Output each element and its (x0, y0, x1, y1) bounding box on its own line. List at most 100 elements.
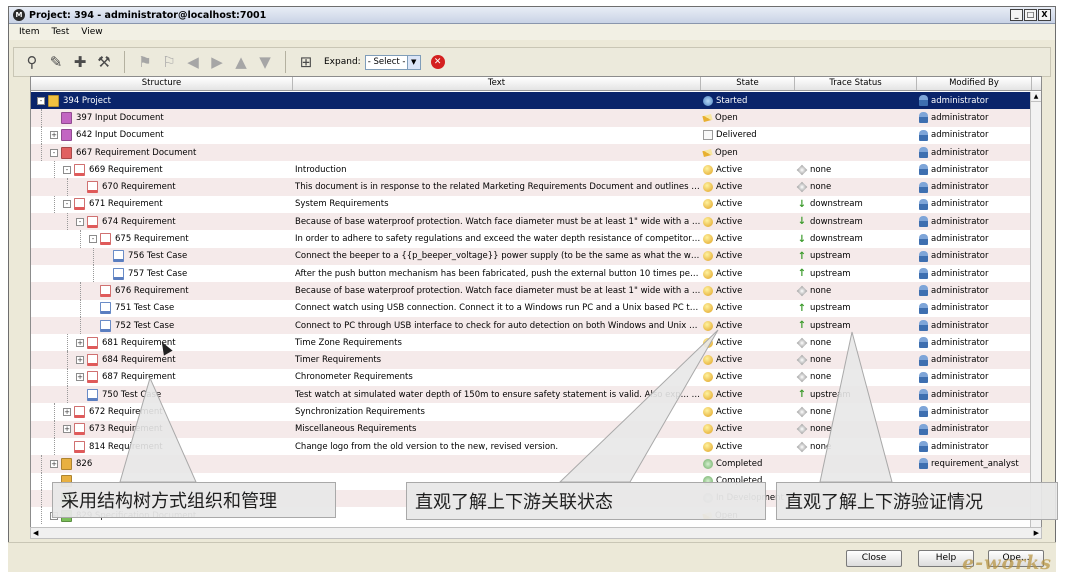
title-bar[interactable]: M Project: 394 - administrator@localhost… (9, 7, 1055, 24)
flag-alt-icon[interactable]: ⚐ (159, 52, 179, 72)
column-header-state[interactable]: State (701, 77, 795, 90)
test-case-icon (113, 267, 124, 280)
flag-icon[interactable]: ⚑ (135, 52, 155, 72)
collapse-node-icon[interactable]: - (63, 165, 71, 174)
close-window-button[interactable]: X (1038, 9, 1051, 21)
item-name[interactable]: 752 Test Case (115, 321, 174, 331)
find-icon[interactable]: ⚲ (22, 52, 42, 72)
item-name[interactable]: 672 Requirement (89, 407, 163, 417)
item-name[interactable]: 751 Test Case (115, 303, 174, 313)
state-active-icon (703, 337, 713, 348)
table-row[interactable]: +681 Requirement Time Zone Requirements Ac… (31, 334, 1041, 352)
minimize-button[interactable]: _ (1010, 9, 1023, 21)
trace-status-cell: ↓ downstream (795, 216, 917, 227)
table-row[interactable]: - 667 Requirement Document Open administrat… (31, 143, 1041, 162)
state-active-icon (703, 355, 713, 366)
menu-item-item[interactable]: Item (19, 27, 40, 37)
user-icon (919, 95, 928, 107)
table-row[interactable]: - 669 Requirement Introduction Active none ad… (31, 161, 1041, 179)
document-icon (87, 181, 98, 194)
expand-select[interactable]: - Select - ▼ (364, 54, 421, 70)
table-row[interactable]: 814 Requirement Change logo from the old … (31, 437, 1041, 456)
table-row[interactable]: 397 Input Document Open administrator (31, 109, 1041, 127)
table-row[interactable]: 670 Requirement This document is in respo… (31, 178, 1041, 196)
item-name[interactable]: 684 Requirement (102, 355, 176, 365)
move-up-icon[interactable]: ▲ (231, 52, 251, 72)
column-header-structure[interactable]: Structure (31, 77, 293, 90)
item-name[interactable]: 757 Test Case (128, 269, 187, 279)
column-header-modified-by[interactable]: Modified By (917, 77, 1032, 90)
tools-icon[interactable]: ⚒ (94, 52, 114, 72)
state-label: Active (716, 199, 743, 210)
table-row[interactable]: - 675 Requirement In order to adhere to sa… (31, 230, 1041, 248)
expand-node-icon[interactable]: + (63, 407, 71, 416)
collapse-node-icon[interactable]: - (37, 96, 45, 105)
item-name[interactable]: 673 Requirement (89, 424, 163, 434)
scroll-up-icon[interactable]: ▲ (1031, 92, 1041, 102)
item-name[interactable]: 814 Requirement (89, 442, 163, 452)
table-row[interactable]: +673 Requirement Miscellaneous Requiremen… (31, 420, 1041, 438)
collapse-node-icon[interactable]: - (50, 148, 58, 157)
item-name[interactable]: 671 Requirement (89, 199, 163, 209)
vertical-scrollbar[interactable]: ▲ (1030, 92, 1041, 527)
expand-node-icon[interactable]: + (50, 131, 58, 140)
expand-node-icon[interactable]: + (76, 338, 84, 347)
item-name[interactable]: 667 Requirement Document (76, 148, 196, 158)
table-row[interactable]: +687 Requirement Chronometer Requirements… (31, 368, 1041, 387)
table-row[interactable]: - 671 Requirement System Requirements Activ… (31, 195, 1041, 214)
item-name[interactable]: 826 (76, 459, 92, 469)
table-row[interactable]: - 394 Project Started administrator (31, 92, 1041, 110)
table-row[interactable]: - 674 Requirement Because of base waterpro… (31, 213, 1041, 231)
menu-item-view[interactable]: View (81, 27, 102, 37)
item-name[interactable]: 687 Requirement (102, 372, 176, 382)
horizontal-scrollbar[interactable]: ◀ ▶ (30, 527, 1042, 539)
item-name[interactable]: 670 Requirement (102, 182, 176, 192)
table-row[interactable]: 676 Requirement Because of base waterproo… (31, 282, 1041, 300)
table-row[interactable]: 752 Test Case Connect to PC through USB i… (31, 316, 1041, 335)
column-header-trace-status[interactable]: Trace Status (795, 77, 917, 90)
chevron-down-icon[interactable]: ▼ (406, 55, 420, 69)
structure-cell: - 675 Requirement (31, 230, 293, 248)
expand-node-icon[interactable]: + (50, 459, 58, 468)
move-left-icon[interactable]: ◀ (183, 52, 203, 72)
modified-by-label: administrator (931, 182, 989, 193)
move-right-icon[interactable]: ▶ (207, 52, 227, 72)
table-row[interactable]: 756 Test Case Connect the beeper to a {{p… (31, 247, 1041, 265)
item-name[interactable]: 394 Project (63, 96, 111, 106)
expand-node-icon[interactable]: + (63, 425, 71, 434)
cancel-icon[interactable]: ✕ (430, 55, 445, 69)
table-row[interactable]: +684 Requirement Timer Requirements Active… (31, 351, 1041, 369)
menu-item-test[interactable]: Test (52, 27, 70, 37)
table-row[interactable]: +672 Requirement Synchronization Requirem… (31, 403, 1041, 421)
item-name[interactable]: 674 Requirement (102, 217, 176, 227)
item-name[interactable]: 675 Requirement (115, 234, 189, 244)
scroll-left-icon[interactable]: ◀ (33, 529, 38, 537)
item-name[interactable]: 676 Requirement (115, 286, 189, 296)
move-down-icon[interactable]: ▼ (255, 52, 275, 72)
table-row[interactable]: +826 Completed requirement_analyst (31, 455, 1041, 473)
table-row[interactable]: 750 Test Case Test watch at simulated wat… (31, 386, 1041, 404)
table-row[interactable]: 757 Test Case After the push button mecha… (31, 264, 1041, 283)
text-cell: After the push button mechanism has been… (295, 268, 701, 279)
column-header-text[interactable]: Text (293, 77, 701, 90)
expand-node-icon[interactable]: + (76, 373, 84, 382)
collapse-node-icon[interactable]: - (76, 217, 84, 226)
item-name[interactable]: 750 Test Case (102, 390, 161, 400)
item-name[interactable]: 756 Test Case (128, 251, 187, 261)
table-row[interactable]: +642 Input Document Delivered administrato… (31, 126, 1041, 144)
edit-icon[interactable]: ✎ (46, 52, 66, 72)
item-name[interactable]: 669 Requirement (89, 165, 163, 175)
item-name[interactable]: 642 Input Document (76, 130, 164, 140)
expand-select-value: - Select - (367, 57, 406, 67)
maximize-button[interactable]: □ (1024, 9, 1037, 21)
item-name[interactable]: 397 Input Document (76, 113, 164, 123)
expand-node-icon[interactable]: + (76, 356, 84, 365)
structure-cell: +687 Requirement (31, 368, 293, 387)
add-item-icon[interactable]: ✚ (70, 52, 90, 72)
table-row[interactable]: 751 Test Case Connect watch using USB con… (31, 299, 1041, 317)
collapse-node-icon[interactable]: - (63, 200, 71, 209)
state-cell: Completed (701, 458, 795, 469)
scroll-right-icon[interactable]: ▶ (1034, 529, 1039, 537)
collapse-node-icon[interactable]: - (89, 235, 97, 244)
expand-tree-icon[interactable]: ⊞ (296, 52, 316, 72)
